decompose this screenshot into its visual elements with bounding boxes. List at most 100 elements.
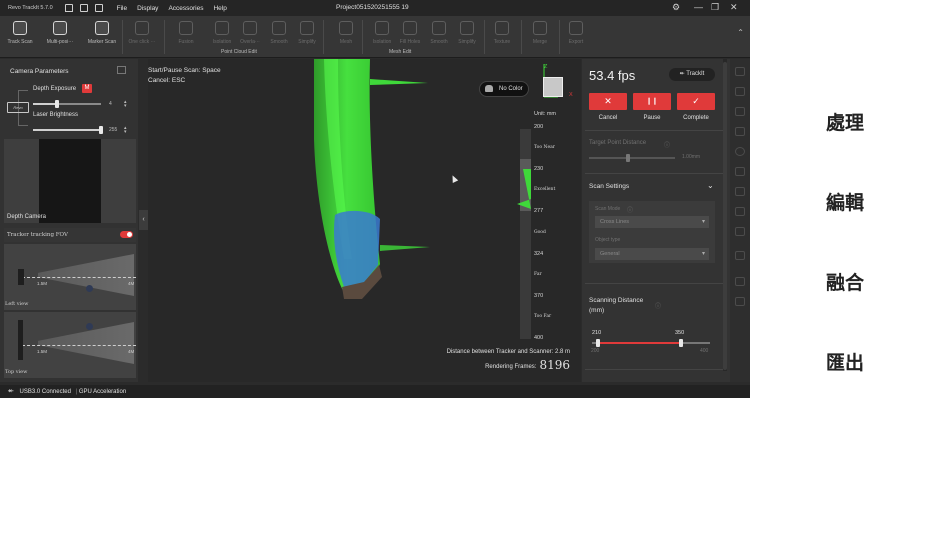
target-point-distance-label: Target Point Distance [589,140,647,146]
delete-icon[interactable] [735,207,745,216]
hint-label: Cancel: [148,77,171,84]
trackit-button[interactable]: ↞ TrackIt [669,68,715,81]
range-low-value: 210 [592,330,602,336]
select-icon[interactable] [735,67,745,76]
lasso-icon[interactable] [735,107,745,116]
range-low-knob[interactable] [595,339,600,347]
scale-tick: Far [534,272,542,277]
target-distance-track [589,157,675,159]
3d-viewport[interactable]: Start/Pause Scan: Space Cancel: ESC No C… [148,59,581,382]
info-icon[interactable]: ⓘ [664,140,670,149]
marker-scan-icon [95,21,109,35]
cancel-button[interactable]: ✕ [589,93,627,110]
brush-icon[interactable] [735,127,745,136]
scale-tick: Good [534,230,546,235]
home-icon[interactable] [64,4,73,12]
ribbon-divider [362,20,363,54]
track-scan-label: Track Scan [7,39,33,45]
title-bar: Revo TrackIt 5.7.0 File Display Accessor… [0,0,750,16]
menu-display[interactable]: Display [137,5,158,12]
range-high-knob[interactable] [678,339,683,347]
scrollbar-thumb[interactable] [723,62,727,370]
view-cube[interactable] [543,77,563,97]
redo-icon[interactable] [735,297,745,306]
popout-icon[interactable] [117,66,126,74]
export-button[interactable]: Export [558,19,594,55]
hint-key: ESC [171,77,186,84]
menu-help[interactable]: Help [213,5,226,12]
top-view-label: Top view [5,369,28,375]
depth-image [39,139,101,223]
depth-exposure-knob[interactable] [54,100,59,108]
gear-icon[interactable] [735,147,745,156]
chevron-up-icon[interactable]: ⌃ [737,28,744,37]
pause-button[interactable]: ❙❙ [633,93,671,110]
one-click-label: One click ··· [128,39,156,45]
restore-button[interactable]: ❐ [711,2,719,13]
laser-brightness-value[interactable]: 255 [109,127,117,133]
scale-tick: 230 [534,166,544,172]
chevron-down-icon[interactable]: ⌄ [707,181,714,190]
ribbon-divider [122,20,123,54]
no-color-button[interactable]: No Color [479,81,529,97]
rect-select-icon[interactable] [735,87,745,96]
complete-button[interactable]: ✓ [677,93,715,110]
scanning-distance-unit: (mm) [589,307,605,314]
tracker-camera [18,320,23,360]
new-project-icon[interactable] [79,4,88,12]
track-scan-button[interactable]: Track Scan [2,19,38,55]
merge-button[interactable]: Merge [522,19,558,55]
info-icon[interactable]: ⓘ [655,301,661,310]
minimize-button[interactable]: — [694,2,703,12]
depth-camera-label: Depth Camera [7,214,47,220]
hint-label: Start/Pause Scan: [148,67,201,74]
mesh-button[interactable]: Mesh [328,19,364,55]
one-click-button[interactable]: One click ··· [124,19,160,55]
crop-icon[interactable] [735,187,745,196]
collapse-left-panel-button[interactable]: ‹ [139,210,148,230]
tracker-fov-label: Tracker tracking FOV [7,232,68,238]
ribbon-divider [164,20,165,54]
fusion-button[interactable]: Fusion [168,19,204,55]
laser-brightness-label: Laser Brightness [33,112,79,118]
info-icon[interactable]: ⓘ [627,205,633,214]
menu-file[interactable]: File [117,5,127,12]
spin-arrows-icon[interactable]: ▴ ▾ [124,126,127,135]
near-mark: 1.5M [37,349,48,354]
open-folder-icon[interactable] [94,4,103,12]
invert-icon[interactable] [735,227,745,236]
settings-icon[interactable]: ⚙ [672,2,680,13]
pause-label: Pause [643,115,661,121]
mesh-simplify-button[interactable]: Simplify [449,19,485,55]
track-scan-icon [13,21,27,35]
close-button[interactable]: ✕ [730,2,738,13]
far-mark: 4M [128,349,135,354]
tracker-fov-toggle[interactable] [120,231,133,238]
scrollbar[interactable] [723,59,727,371]
manual-mode-badge[interactable]: M [82,84,92,93]
project-name: Project051520251555 19 [336,4,409,11]
hint-key: Space [202,67,221,74]
divider [585,369,724,370]
marker-scan-button[interactable]: Marker Scan [84,19,120,55]
depth-exposure-value[interactable]: 4 [109,101,112,107]
target-distance-knob [626,154,630,162]
app-title: Revo TrackIt 5.7.0 [8,5,53,11]
cancel-hint: Cancel: ESC [148,77,185,84]
laser-brightness-knob[interactable] [99,126,103,134]
ribbon-toolbar: Track Scan Multi-posi··· Marker Scan One… [0,16,750,58]
texture-button[interactable]: Texture [484,19,520,55]
spin-arrows-icon[interactable]: ▴ ▾ [124,100,127,109]
scale-tick: Too Near [534,145,555,150]
menu-accessories[interactable]: Accessories [168,5,203,12]
scan-mode-select[interactable]: Cross Lines [595,216,709,228]
multi-position-button[interactable]: Multi-posi··· [42,19,78,55]
plane-icon[interactable] [735,167,745,176]
bracket-line [18,125,28,126]
texture-label: Texture [493,39,511,45]
marker-icon[interactable] [735,251,745,260]
pc-simplify-button[interactable]: Simplify [289,19,325,55]
undo-icon[interactable] [735,277,745,286]
object-type-select[interactable]: General [595,248,709,260]
scan-stray-points [380,245,430,251]
